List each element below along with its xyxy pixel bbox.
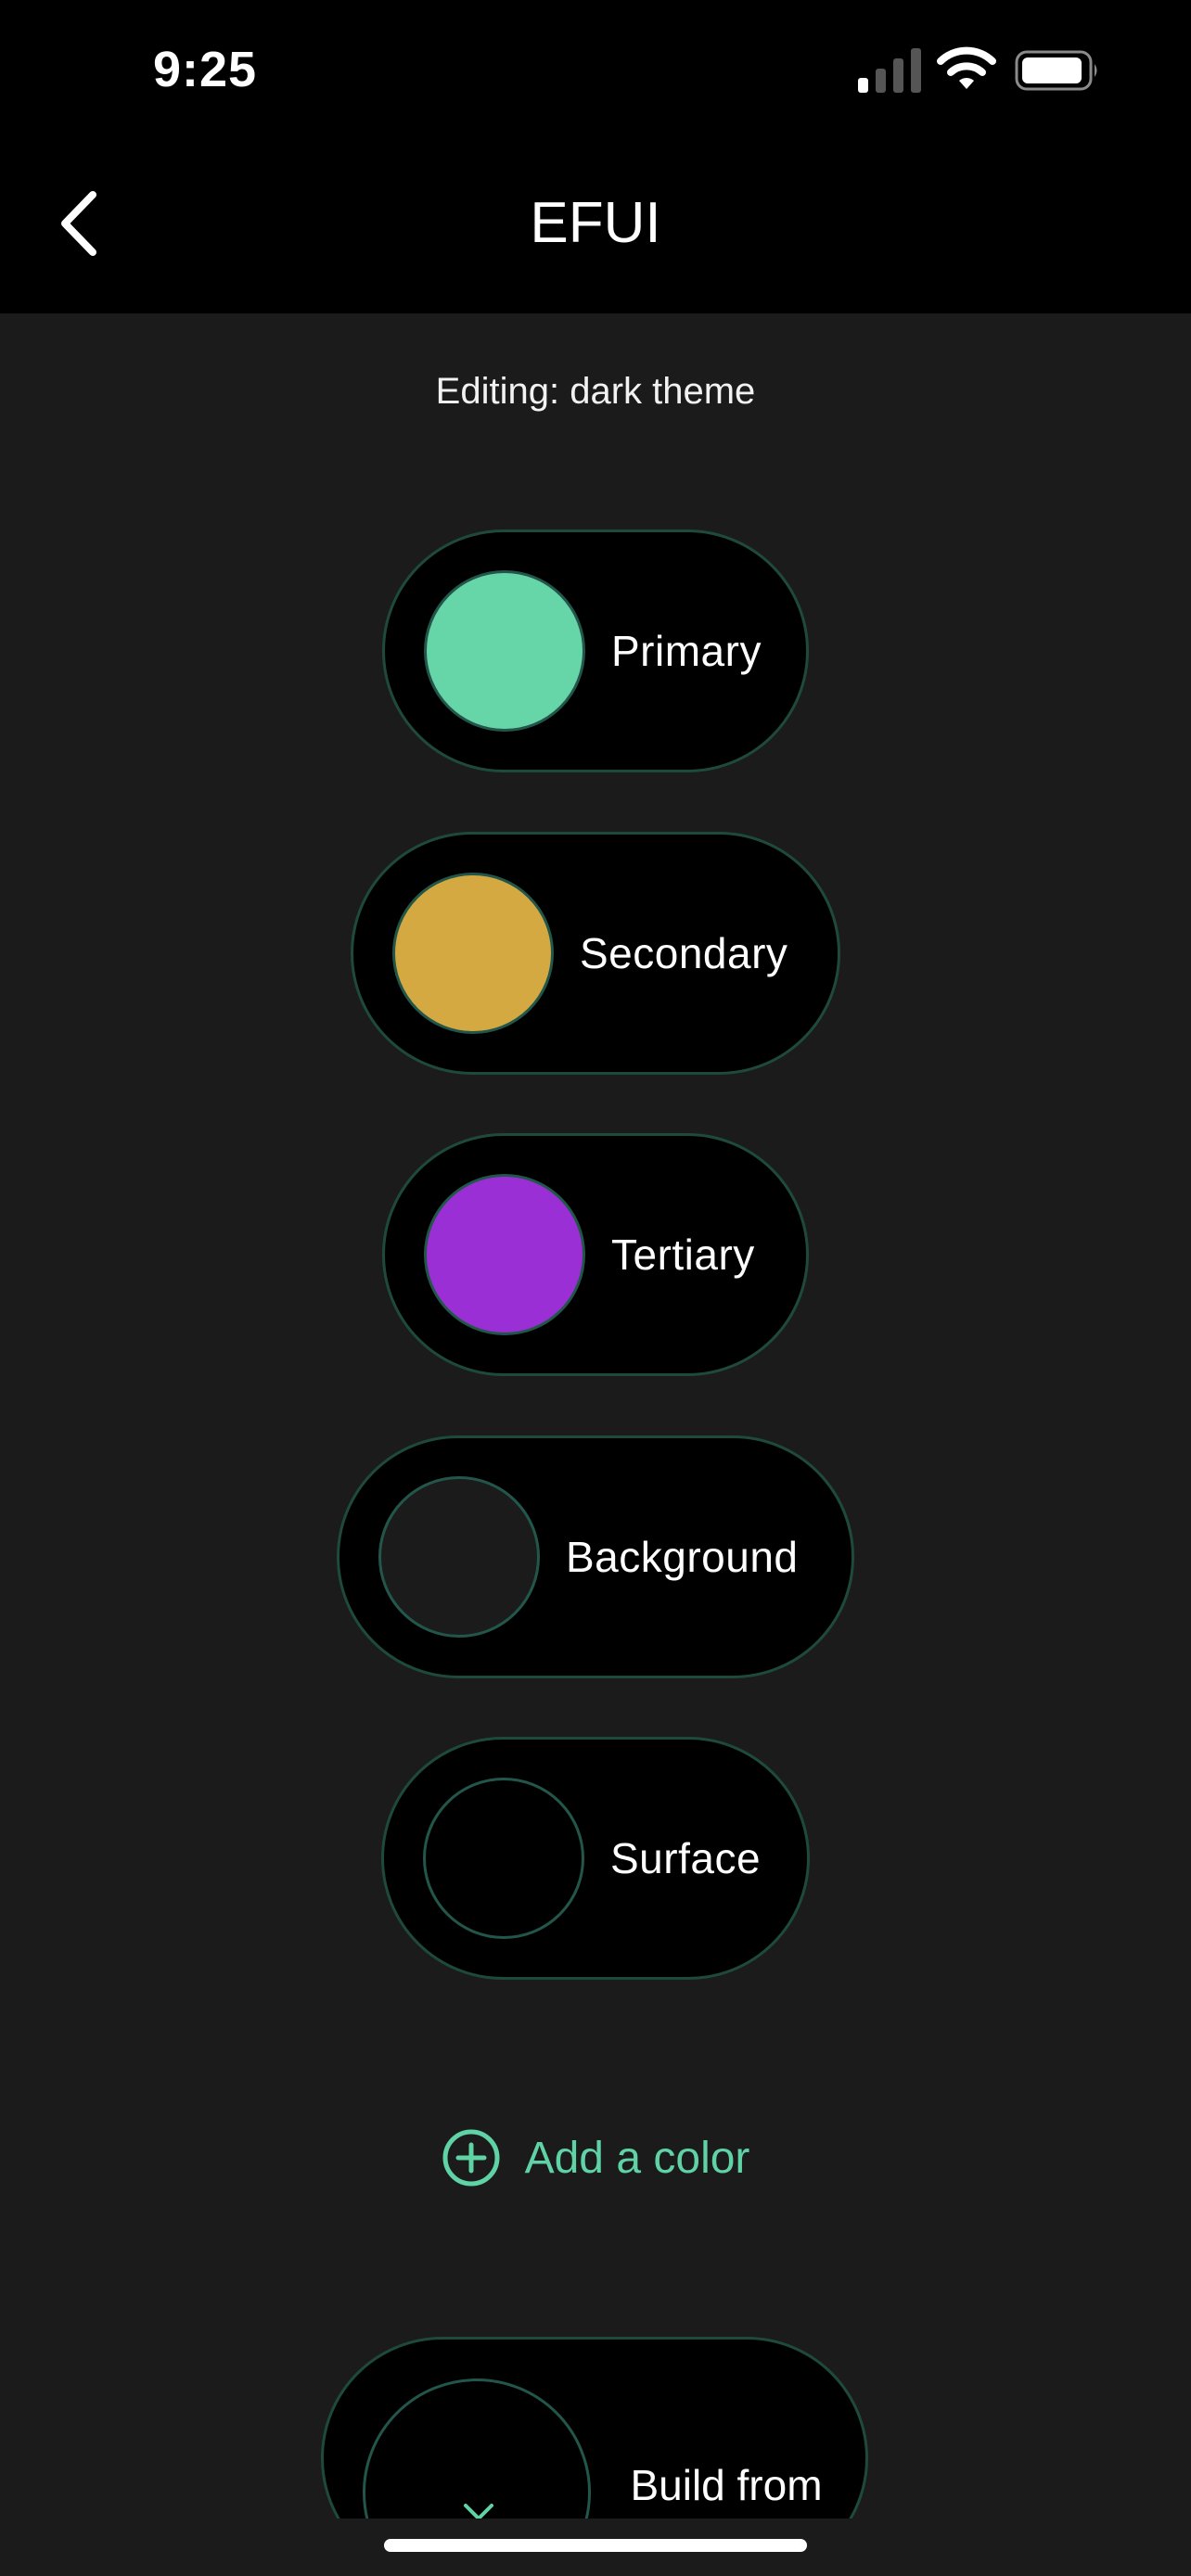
status-time: 9:25 xyxy=(153,42,258,97)
add-color-button[interactable]: Add a color xyxy=(0,2128,1191,2187)
build-from-image-button[interactable]: Build from image xyxy=(321,2337,868,2519)
build-from-image-label: Build from image xyxy=(630,2461,823,2519)
color-label-secondary: Secondary xyxy=(580,929,788,977)
color-swatch-secondary xyxy=(392,873,554,1034)
color-pill-tertiary[interactable]: Tertiary xyxy=(382,1133,809,1376)
color-pill-secondary[interactable]: Secondary xyxy=(351,832,840,1075)
plus-circle-icon xyxy=(442,2129,500,2187)
color-label-surface: Surface xyxy=(610,1834,762,1882)
wifi-icon xyxy=(937,46,996,89)
cellular-signal-icon xyxy=(858,48,921,93)
color-label-primary: Primary xyxy=(611,627,762,675)
top-bar: 9:25 EFUI xyxy=(0,0,1191,313)
color-swatch-background xyxy=(378,1476,540,1638)
page-title: EFUI xyxy=(530,191,661,255)
color-swatch-surface xyxy=(423,1778,584,1939)
screen: 9:25 EFUI Editing: dark theme Primary Se… xyxy=(0,0,1191,2576)
editing-subtitle: Editing: dark theme xyxy=(435,371,756,412)
add-color-label: Add a color xyxy=(524,2133,750,2183)
color-label-background: Background xyxy=(566,1533,799,1581)
battery-icon xyxy=(1015,50,1097,91)
color-pill-primary[interactable]: Primary xyxy=(382,529,809,772)
color-pill-background[interactable]: Background xyxy=(337,1435,854,1678)
color-label-tertiary: Tertiary xyxy=(611,1231,755,1279)
color-swatch-tertiary xyxy=(424,1174,585,1335)
build-image-circle xyxy=(363,2378,591,2519)
home-indicator xyxy=(384,2539,807,2552)
color-pill-surface[interactable]: Surface xyxy=(381,1737,810,1980)
color-swatch-primary xyxy=(424,570,585,732)
close-icon xyxy=(464,2504,493,2519)
